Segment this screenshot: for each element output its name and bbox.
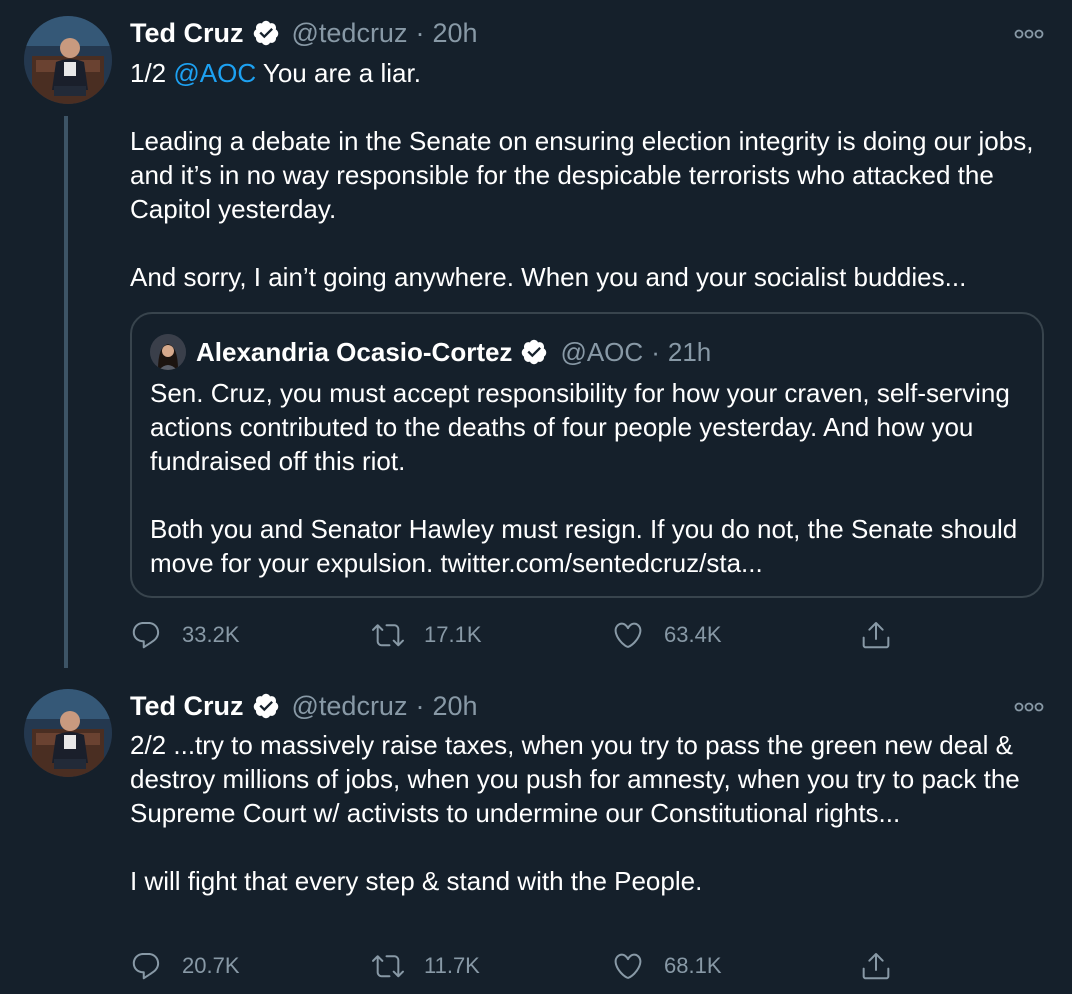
quoted-timestamp[interactable]: 21h xyxy=(668,337,711,368)
like-count: 63.4K xyxy=(664,622,722,647)
mention-link[interactable]: @AOC xyxy=(173,58,256,88)
quoted-author-name[interactable]: Alexandria Ocasio-Cortez xyxy=(196,337,512,368)
verified-badge-icon xyxy=(253,693,278,719)
quoted-tweet-text: Sen. Cruz, you must accept responsibilit… xyxy=(150,376,1020,580)
tweet-header: Ted Cruz @tedcruz · 20h xyxy=(130,690,478,722)
author-handle[interactable]: @tedcruz xyxy=(292,691,408,722)
author-handle[interactable]: @tedcruz xyxy=(292,18,408,49)
timestamp[interactable]: 20h xyxy=(432,18,477,49)
tweet-text: 2/2 ...try to massively raise taxes, whe… xyxy=(130,728,1050,898)
like-button[interactable]: 63.4K xyxy=(612,615,722,655)
tweet-line-rest: You are a liar. xyxy=(256,58,421,88)
tweet-2[interactable]: Ted Cruz @tedcruz · 20h 2/2 ...try to ma… xyxy=(0,680,1072,994)
avatar-image xyxy=(24,689,112,777)
verified-badge-icon xyxy=(253,20,278,46)
quoted-avatar[interactable] xyxy=(150,334,186,370)
share-button[interactable] xyxy=(860,946,892,986)
quoted-paragraph: Both you and Senator Hawley must resign.… xyxy=(150,514,1018,578)
tweet-paragraph: 2/2 ...try to massively raise taxes, whe… xyxy=(130,730,1020,828)
retweet-count: 11.7K xyxy=(424,953,480,978)
author-name[interactable]: Ted Cruz xyxy=(130,691,244,722)
more-options-icon[interactable] xyxy=(1014,28,1044,40)
separator-dot: · xyxy=(415,690,425,721)
quoted-paragraph: Sen. Cruz, you must accept responsibilit… xyxy=(150,378,1010,476)
tweet-header: Ted Cruz @tedcruz · 20h xyxy=(130,17,478,49)
quoted-avatar-image xyxy=(150,334,186,370)
separator-dot: · xyxy=(415,17,425,48)
retweet-icon xyxy=(372,955,404,978)
quoted-tweet-header: Alexandria Ocasio-Cortez @AOC · 21h xyxy=(150,334,711,370)
reply-count: 33.2K xyxy=(182,622,240,647)
avatar[interactable] xyxy=(24,16,112,104)
tweet-1[interactable]: Ted Cruz @tedcruz · 20h 1/2 @AOC You are… xyxy=(0,0,1072,680)
like-button[interactable]: 68.1K xyxy=(612,946,722,986)
tweet-paragraph: Leading a debate in the Senate on ensuri… xyxy=(130,126,1034,224)
tweet-paragraph: I will fight that every step & stand wit… xyxy=(130,866,703,896)
reply-icon xyxy=(132,621,160,649)
tweet-paragraph: And sorry, I ain’t going anywhere. When … xyxy=(130,262,967,292)
share-button[interactable] xyxy=(860,615,892,655)
reply-icon xyxy=(132,952,160,980)
reply-button[interactable]: 33.2K xyxy=(130,615,240,655)
reply-button[interactable]: 20.7K xyxy=(130,946,240,986)
timestamp[interactable]: 20h xyxy=(432,691,477,722)
retweet-count: 17.1K xyxy=(424,622,482,647)
reply-count: 20.7K xyxy=(182,953,240,978)
tweet-text: 1/2 @AOC You are a liar. Leading a debat… xyxy=(130,56,1050,294)
thread-connector-line xyxy=(64,116,68,668)
quoted-author-handle[interactable]: @AOC xyxy=(560,337,643,368)
tweet-actions: 33.2K 17.1K 63.4K xyxy=(130,615,910,655)
tweet-line: 1/2 @AOC You are a liar. xyxy=(130,56,1050,90)
quoted-tweet[interactable]: Alexandria Ocasio-Cortez @AOC · 21h Sen.… xyxy=(130,312,1044,598)
retweet-button[interactable]: 17.1K xyxy=(372,615,482,655)
share-icon xyxy=(862,953,890,980)
like-count: 68.1K xyxy=(664,953,722,978)
share-icon xyxy=(862,622,890,649)
heart-icon xyxy=(614,622,642,648)
avatar-image xyxy=(24,16,112,104)
tweet-actions: 20.7K 11.7K 68.1K xyxy=(130,946,910,986)
more-options-icon[interactable] xyxy=(1014,701,1044,713)
separator-dot: · xyxy=(651,336,660,367)
author-name[interactable]: Ted Cruz xyxy=(130,18,244,49)
heart-icon xyxy=(614,953,642,979)
retweet-icon xyxy=(372,624,404,647)
tweet-prefix: 1/2 xyxy=(130,58,174,88)
retweet-button[interactable]: 11.7K xyxy=(372,946,480,986)
verified-badge-icon xyxy=(522,339,547,365)
avatar[interactable] xyxy=(24,689,112,777)
